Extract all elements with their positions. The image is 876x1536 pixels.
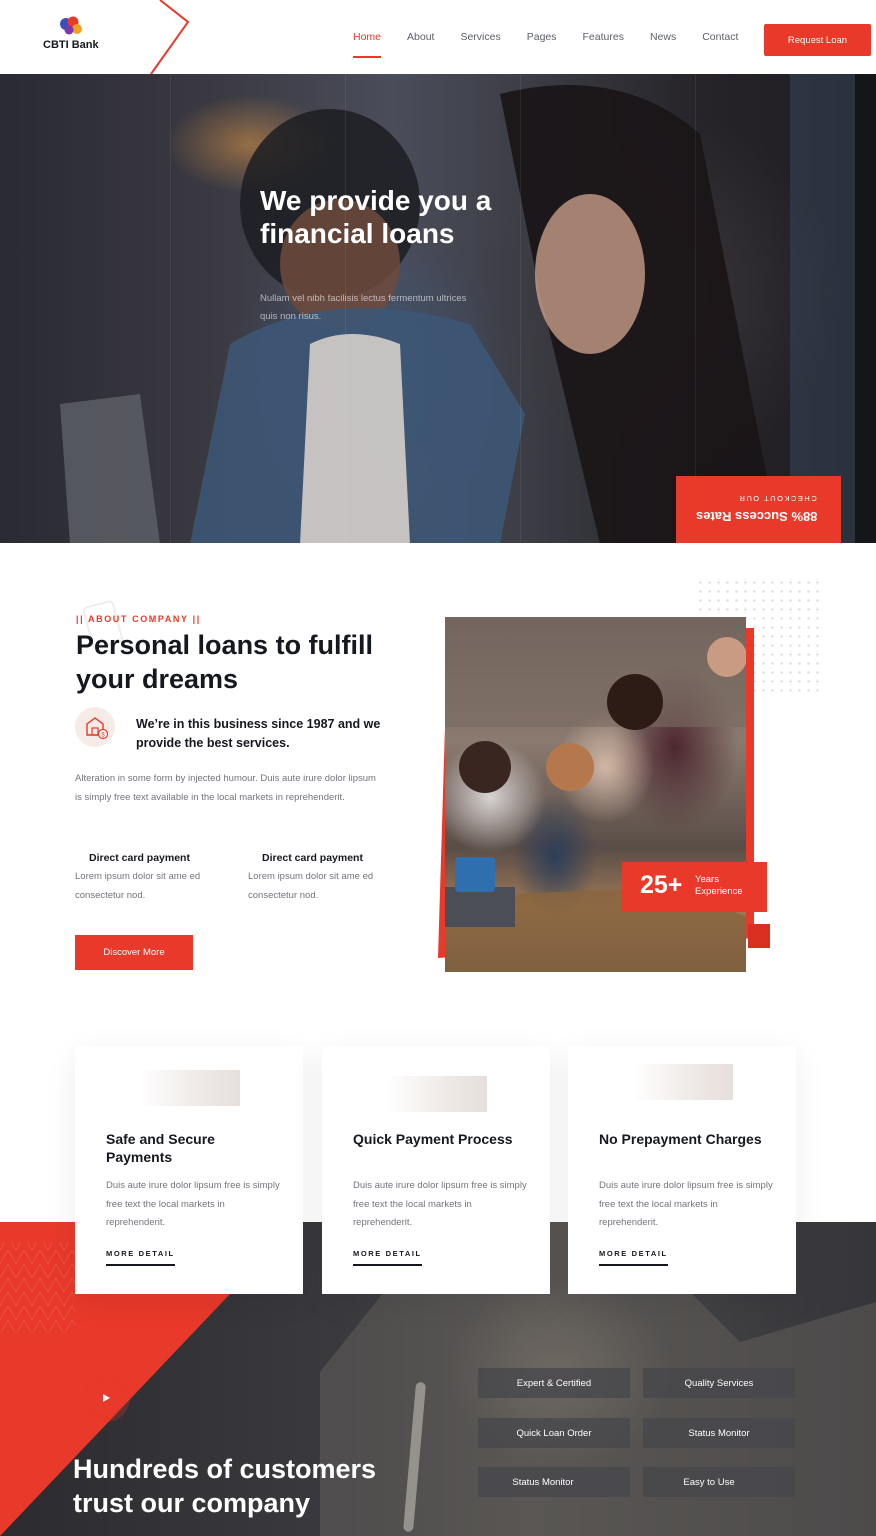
pill-quick-loan-order[interactable]: Quick Loan Order — [478, 1418, 630, 1448]
pill-status-monitor-2[interactable]: Status Monitor — [478, 1467, 630, 1497]
nav-about[interactable]: About — [407, 0, 434, 74]
feature-title: Direct card payment — [89, 852, 190, 864]
pill-status-monitor[interactable]: Status Monitor — [643, 1418, 795, 1448]
hero-grid-line — [695, 74, 696, 543]
feature-card-payment-2: Direct card payment Lorem ipsum dolor si… — [248, 852, 398, 905]
request-loan-button[interactable]: Request Loan — [764, 24, 871, 56]
about-text: Alteration in some form by injected humo… — [75, 773, 376, 803]
badge-caption: CHECKOUT OUR — [738, 494, 817, 503]
more-detail-link[interactable]: MORE DETAIL — [599, 1249, 668, 1266]
card-image-placeholder — [140, 1070, 240, 1106]
card-image-placeholder — [633, 1064, 733, 1100]
about-lead: We’re in this business since 1987 and we… — [136, 717, 381, 750]
experience-badge: 25+ Years Experience — [622, 862, 767, 912]
success-rate-badge: CHECKOUT OUR 88% Success Rates — [676, 476, 841, 543]
service-card-no-prepayment: No Prepayment Charges Duis aute irure do… — [568, 1046, 796, 1294]
card-image-placeholder — [387, 1076, 487, 1112]
main-nav: Home About Services Pages Features News … — [340, 0, 751, 74]
play-icon — [103, 1394, 110, 1402]
pill-expert-certified[interactable]: Expert & Certified — [478, 1368, 630, 1398]
experience-label-text: Experience — [695, 886, 743, 897]
header-decor-slash — [150, 0, 190, 74]
bank-logo-icon — [60, 16, 82, 35]
experience-number: 25+ — [640, 871, 683, 899]
card-text: Duis aute irure dolor lipsum free is sim… — [106, 1180, 280, 1228]
more-detail-link[interactable]: MORE DETAIL — [106, 1249, 175, 1266]
nav-pages[interactable]: Pages — [527, 0, 557, 74]
experience-label-years: Years — [695, 874, 719, 885]
nav-news[interactable]: News — [650, 0, 676, 74]
card-title: Quick Payment Process — [353, 1131, 513, 1147]
discover-more-button[interactable]: Discover More — [75, 935, 193, 970]
trust-title: Hundreds of customers trust our company — [73, 1454, 377, 1518]
nav-home[interactable]: Home — [353, 0, 382, 74]
feature-text: Lorem ipsum dolor sit ame ed consectetur… — [75, 871, 201, 901]
about-title: Personal loans to fulfill your dreams — [76, 630, 374, 694]
nav-services[interactable]: Services — [460, 0, 500, 74]
pill-easy-to-use[interactable]: Easy to Use — [643, 1467, 795, 1497]
hero-section: We provide you a financial loans Nullam … — [0, 74, 876, 543]
nav-contact[interactable]: Contact — [702, 0, 738, 74]
team-photo-placeholder — [445, 617, 746, 972]
play-video-button[interactable] — [89, 1381, 123, 1415]
about-tag: || ABOUT COMPANY || — [76, 614, 201, 624]
pill-quality-services[interactable]: Quality Services — [643, 1368, 795, 1398]
brand-logo[interactable]: CBTI Bank — [43, 15, 113, 59]
house-money-icon: $ — [75, 707, 115, 747]
hero-title: We provide you a financial loans — [260, 185, 492, 249]
hero-subtitle: Nullam vel nibh facilisis lectus ferment… — [260, 293, 467, 322]
site-header: CBTI Bank Home About Services Pages Feat… — [0, 0, 876, 74]
card-text: Duis aute irure dolor lipsum free is sim… — [353, 1180, 527, 1228]
service-card-secure-payments: Safe and Secure Payments Duis aute irure… — [75, 1046, 303, 1294]
feature-card-payment-1: Direct card payment Lorem ipsum dolor si… — [75, 852, 225, 905]
brand-name: CBTI Bank — [43, 39, 99, 51]
card-title: Safe and Secure Payments — [106, 1131, 215, 1165]
hero-grid-line — [520, 74, 521, 543]
decor-square — [748, 924, 770, 948]
nav-features[interactable]: Features — [583, 0, 624, 74]
feature-text: Lorem ipsum dolor sit ame ed consectetur… — [248, 871, 374, 901]
badge-value: 88% Success Rates — [695, 509, 817, 524]
card-text: Duis aute irure dolor lipsum free is sim… — [599, 1180, 773, 1228]
card-title: No Prepayment Charges — [599, 1131, 762, 1147]
more-detail-link[interactable]: MORE DETAIL — [353, 1249, 422, 1266]
feature-title: Direct card payment — [262, 852, 363, 864]
service-card-quick-payment: Quick Payment Process Duis aute irure do… — [322, 1046, 550, 1294]
hero-grid-line — [170, 74, 171, 543]
experience-label: Years Experience — [695, 874, 743, 898]
